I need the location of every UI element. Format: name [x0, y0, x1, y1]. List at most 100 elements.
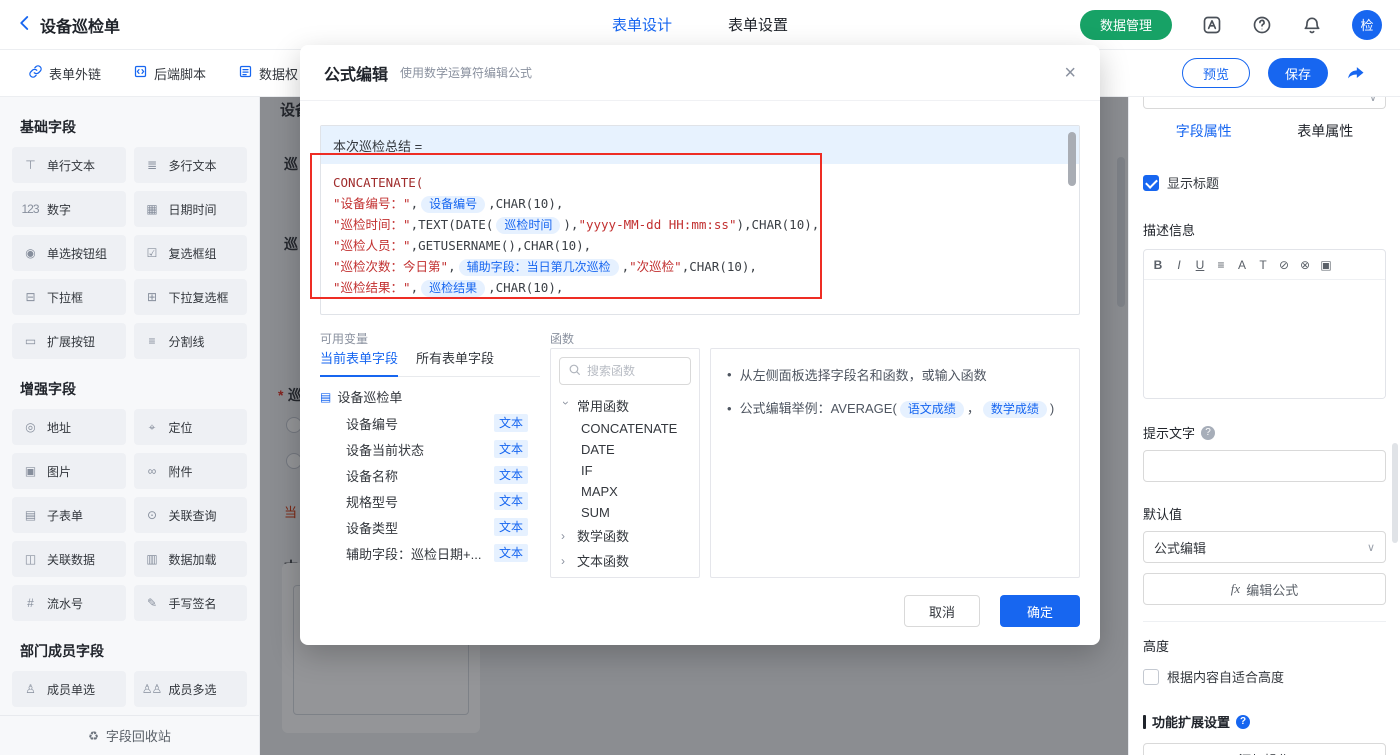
function-search-input[interactable]: [587, 364, 682, 378]
sidebar-item-attachment[interactable]: ∞附件: [134, 453, 248, 489]
formula-code[interactable]: CONCATENATE("设备编号：",设备编号,CHAR(10),"巡检时间：…: [321, 164, 1079, 314]
field-palette-sidebar: 基础字段⊤单行文本≣多行文本123数字▦日期时间◉单选按钮组☑复选框组⊟下拉框⊞…: [0, 97, 260, 755]
cancel-button[interactable]: 取消: [904, 595, 980, 627]
edit-formula-button[interactable]: fx 编辑公式: [1143, 573, 1386, 605]
sidebar-item-single-line-text[interactable]: ⊤单行文本: [12, 147, 126, 183]
formula-text: ,CHAR(10),: [488, 280, 563, 295]
sidebar-item-extend-button[interactable]: ▭扩展按钮: [12, 323, 126, 359]
form-external-link-button[interactable]: 表单外链: [28, 64, 101, 83]
confirm-button[interactable]: 确定: [1000, 595, 1080, 627]
italic-icon[interactable]: I: [1173, 258, 1185, 272]
show-title-checkbox[interactable]: [1143, 175, 1159, 191]
sidebar-item-data-load[interactable]: ▥数据加载: [134, 541, 248, 577]
default-value-label: 默认值: [1143, 504, 1386, 523]
tab-field-properties[interactable]: 字段属性: [1143, 121, 1265, 141]
variable-item[interactable]: 规格型号文本: [320, 488, 540, 514]
function-group[interactable]: ›常用函数: [551, 393, 699, 418]
function-group[interactable]: ›文本函数: [551, 548, 699, 573]
field-token[interactable]: 设备编号: [421, 196, 485, 213]
scrolled-select-partial[interactable]: ∨: [1143, 97, 1386, 109]
hint-help-icon[interactable]: ?: [1201, 426, 1215, 440]
description-editor-area[interactable]: [1144, 280, 1385, 398]
field-token[interactable]: 巡检时间: [496, 217, 560, 234]
sidebar-item-linked-data[interactable]: ◫关联数据: [12, 541, 126, 577]
preview-button[interactable]: 预览: [1182, 58, 1250, 88]
panel-scrollbar[interactable]: [1392, 443, 1398, 543]
tab-all-form-fields[interactable]: 所有表单字段: [416, 348, 494, 376]
sidebar-item-member-multi[interactable]: ♙♙成员多选: [134, 671, 248, 707]
address-icon: ◎: [20, 420, 40, 434]
bold-icon[interactable]: B: [1152, 258, 1164, 272]
sidebar-item-radio-group[interactable]: ◉单选按钮组: [12, 235, 126, 271]
serial-number-icon: #: [20, 596, 40, 610]
bullet-icon: •: [727, 367, 732, 382]
variable-item[interactable]: 设备编号文本: [320, 410, 540, 436]
sidebar-item-location[interactable]: ⌖定位: [134, 409, 248, 445]
sidebar-item-multi-line-text[interactable]: ≣多行文本: [134, 147, 248, 183]
editor-scrollbar[interactable]: [1068, 132, 1076, 186]
function-search[interactable]: [559, 357, 691, 385]
help-icon[interactable]: [1252, 15, 1272, 35]
function-item[interactable]: DATE: [551, 439, 699, 460]
function-item[interactable]: MAPX: [551, 481, 699, 502]
align-icon[interactable]: ≡: [1215, 258, 1227, 272]
sidebar-item-linked-query[interactable]: ⊙关联查询: [134, 497, 248, 533]
permission-icon: [238, 64, 253, 82]
function-item[interactable]: CONCATENATE: [551, 418, 699, 439]
sidebar-item-multi-select[interactable]: ⊞下拉复选框: [134, 279, 248, 315]
backend-script-button[interactable]: 后端脚本: [133, 64, 206, 83]
formula-text: ),: [563, 217, 578, 232]
underline-icon[interactable]: U: [1194, 258, 1206, 272]
font-color-icon[interactable]: A: [1236, 258, 1248, 272]
extension-help-icon[interactable]: ?: [1236, 715, 1250, 729]
sidebar-item-signature[interactable]: ✎手写签名: [134, 585, 248, 621]
field-token[interactable]: 巡检结果: [421, 280, 485, 297]
formula-line: "巡检人员：",GETUSERNAME(),CHAR(10),: [333, 235, 1067, 256]
formula-text: ,CHAR(10),: [488, 196, 563, 211]
data-permission-button[interactable]: 数据权: [238, 64, 298, 83]
tab-form-design[interactable]: 表单设计: [612, 14, 672, 35]
tab-form-properties[interactable]: 表单属性: [1265, 121, 1387, 141]
sidebar-item-address[interactable]: ◎地址: [12, 409, 126, 445]
tab-form-settings[interactable]: 表单设置: [728, 14, 788, 35]
function-group[interactable]: ›数学函数: [551, 523, 699, 548]
hint-text-input[interactable]: [1143, 450, 1386, 482]
sidebar-item-member-single[interactable]: ♙成员单选: [12, 671, 126, 707]
sidebar-item-datetime[interactable]: ▦日期时间: [134, 191, 248, 227]
share-icon[interactable]: [1346, 63, 1366, 83]
back-button[interactable]: [16, 14, 34, 35]
function-item[interactable]: IF: [551, 460, 699, 481]
variable-tree-root[interactable]: ▤ 设备巡检单: [320, 377, 540, 410]
field-token[interactable]: 辅助字段：当日第几次巡检: [459, 259, 619, 276]
default-value-select[interactable]: 公式编辑 ∨: [1143, 531, 1386, 563]
linked-data-icon: ◫: [20, 552, 40, 566]
function-item[interactable]: SUM: [551, 502, 699, 523]
sidebar-item-serial-number[interactable]: #流水号: [12, 585, 126, 621]
variable-item[interactable]: 辅助字段：巡检日期+...文本: [320, 540, 540, 566]
insert-image-icon[interactable]: ▣: [1320, 258, 1332, 272]
auto-height-checkbox[interactable]: [1143, 669, 1159, 685]
sidebar-item-image[interactable]: ▣图片: [12, 453, 126, 489]
data-manage-button[interactable]: 数据管理: [1080, 10, 1172, 40]
link-icon[interactable]: ⊘: [1278, 258, 1290, 272]
translate-icon[interactable]: [1202, 15, 1222, 35]
variable-item[interactable]: 设备类型文本: [320, 514, 540, 540]
sidebar-item-divider[interactable]: ≡分割线: [134, 323, 248, 359]
close-icon[interactable]: ×: [1064, 63, 1076, 83]
sidebar-item-subform[interactable]: ▤子表单: [12, 497, 126, 533]
variable-item[interactable]: 设备当前状态文本: [320, 436, 540, 462]
user-avatar[interactable]: 检: [1352, 10, 1382, 40]
add-action-button[interactable]: 添加操作: [1143, 743, 1386, 755]
sidebar-item-number[interactable]: 123数字: [12, 191, 126, 227]
tab-current-form-fields[interactable]: 当前表单字段: [320, 348, 398, 377]
variable-type-tag: 文本: [494, 492, 528, 510]
notification-bell-icon[interactable]: [1302, 15, 1322, 35]
variable-item[interactable]: 设备名称文本: [320, 462, 540, 488]
font-size-icon[interactable]: T: [1257, 258, 1269, 272]
unlink-icon[interactable]: ⊗: [1299, 258, 1311, 272]
field-recycle-bin[interactable]: ♻ 字段回收站: [0, 715, 259, 755]
sidebar-item-select[interactable]: ⊟下拉框: [12, 279, 126, 315]
save-button[interactable]: 保存: [1268, 58, 1328, 88]
sidebar-item-checkbox-group[interactable]: ☑复选框组: [134, 235, 248, 271]
canvas-scrollbar[interactable]: [1117, 157, 1125, 307]
